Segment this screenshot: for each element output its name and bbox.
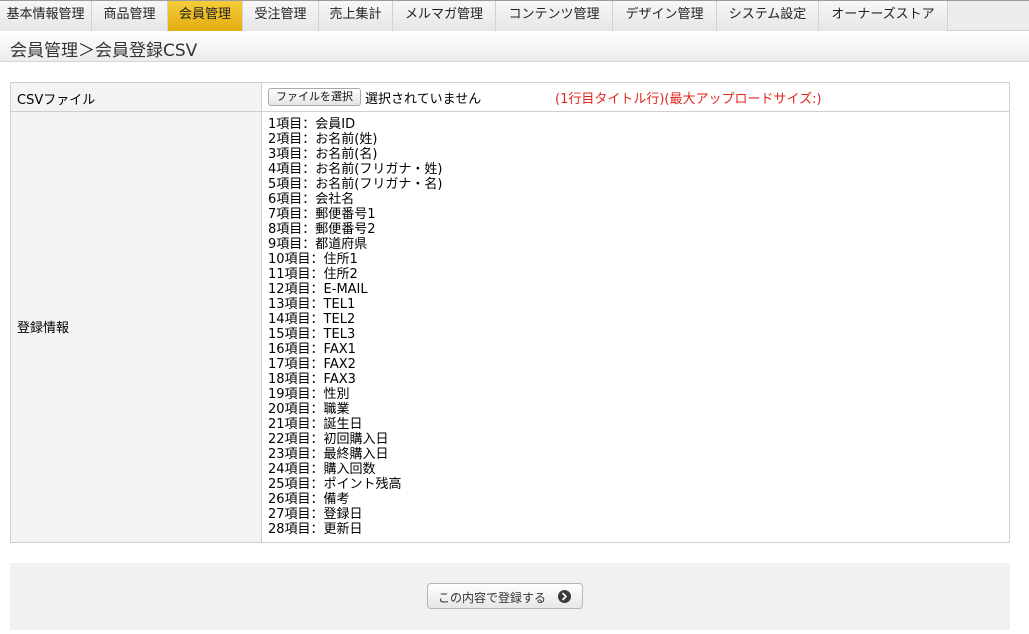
field-list: 1項目：会員ID 2項目：お名前(姓) 3項目：お名前(名) 4項目：お名前(フリガナ… [268,117,442,537]
submit-button-label: この内容で登録する [438,591,547,605]
page-title: 会員管理＞会員登録CSV [10,41,198,61]
nav-tab-members[interactable]: 会員管理 [168,1,243,31]
field-list-item: 23項目：最終購入日 [268,447,389,462]
csv-upload-note: (1行目タイトル行)(最大アップロードサイズ:) [555,92,822,107]
field-list-item: 21項目：誕生日 [268,417,363,432]
nav-tab-mailmag[interactable]: メルマガ管理 [393,1,496,31]
field-list-item: 5項目：お名前(フリガナ・名) [268,177,443,192]
field-list-item: 16項目：FAX1 [268,342,356,357]
field-list-item: 7項目：郵便番号1 [268,207,376,222]
field-list-item: 12項目：E-MAIL [268,282,368,297]
nav-tab-basic-info[interactable]: 基本情報管理 [0,1,92,31]
field-list-item: 22項目：初回購入日 [268,432,389,447]
nav-tab-owners-store[interactable]: オーナーズストア [819,1,948,31]
field-list-item: 13項目：TEL1 [268,297,356,312]
field-list-item: 15項目：TEL3 [268,327,356,342]
field-list-item: 9項目：都道府県 [268,237,368,252]
nav-tab-sales[interactable]: 売上集計 [319,1,393,31]
field-list-item: 25項目：ポイント残高 [268,477,402,492]
field-list-item: 20項目：職業 [268,402,350,417]
field-list-item: 6項目：会社名 [268,192,355,207]
field-list-item: 24項目：購入回数 [268,462,376,477]
csv-file-row: CSVファイル ファイルを選択 選択されていません (1行目タイトル行)(最大ア… [11,83,1009,112]
nav-tab-system[interactable]: システム設定 [717,1,819,31]
field-list-item: 26項目：備考 [268,492,350,507]
nav-tab-contents[interactable]: コンテンツ管理 [496,1,613,31]
nav-tab-orders[interactable]: 受注管理 [243,1,319,31]
csv-upload-form: CSVファイル ファイルを選択 選択されていません (1行目タイトル行)(最大ア… [10,82,1010,543]
field-list-item: 10項目：住所1 [268,252,358,267]
csv-file-label: CSVファイル [17,93,96,108]
field-list-item: 8項目：郵便番号2 [268,222,376,237]
choose-file-button[interactable]: ファイルを選択 [268,88,361,106]
field-list-item: 27項目：登録日 [268,507,363,522]
registration-info-row: 登録情報 1項目：会員ID 2項目：お名前(姓) 3項目：お名前(名) 4項目：お名前… [11,112,1009,542]
submit-register-button[interactable]: この内容で登録する [427,583,583,609]
field-list-item: 4項目：お名前(フリガナ・姓) [268,162,443,177]
csv-file-header: CSVファイル [11,83,262,111]
field-list-item: 17項目：FAX2 [268,357,356,372]
nav-tab-design[interactable]: デザイン管理 [613,1,717,31]
field-list-item: 11項目：住所2 [268,267,358,282]
registration-info-label: 登録情報 [17,321,70,336]
field-list-item: 2項目：お名前(姓) [268,132,378,147]
field-list-item: 19項目：性別 [268,387,350,402]
field-list-item: 18項目：FAX3 [268,372,356,387]
field-list-item: 1項目：会員ID [268,117,356,132]
file-status-text: 選択されていません [365,92,482,107]
field-list-item: 3項目：お名前(名) [268,147,378,162]
arrow-right-circle-icon [558,590,571,603]
main-nav: 基本情報管理 商品管理 会員管理 受注管理 売上集計 メルマガ管理 コンテンツ管… [0,0,1029,31]
field-list-item: 14項目：TEL2 [268,312,356,327]
title-bar: 会員管理＞会員登録CSV [0,31,1029,62]
field-list-item: 28項目：更新日 [268,522,363,537]
nav-tab-products[interactable]: 商品管理 [92,1,168,31]
registration-info-header: 登録情報 [11,112,262,542]
registration-info-cell: 1項目：会員ID 2項目：お名前(姓) 3項目：お名前(名) 4項目：お名前(フリガナ… [262,112,1009,542]
footer-bar: この内容で登録する [10,563,1010,630]
csv-file-cell: ファイルを選択 選択されていません (1行目タイトル行)(最大アップロードサイズ… [262,83,1009,111]
